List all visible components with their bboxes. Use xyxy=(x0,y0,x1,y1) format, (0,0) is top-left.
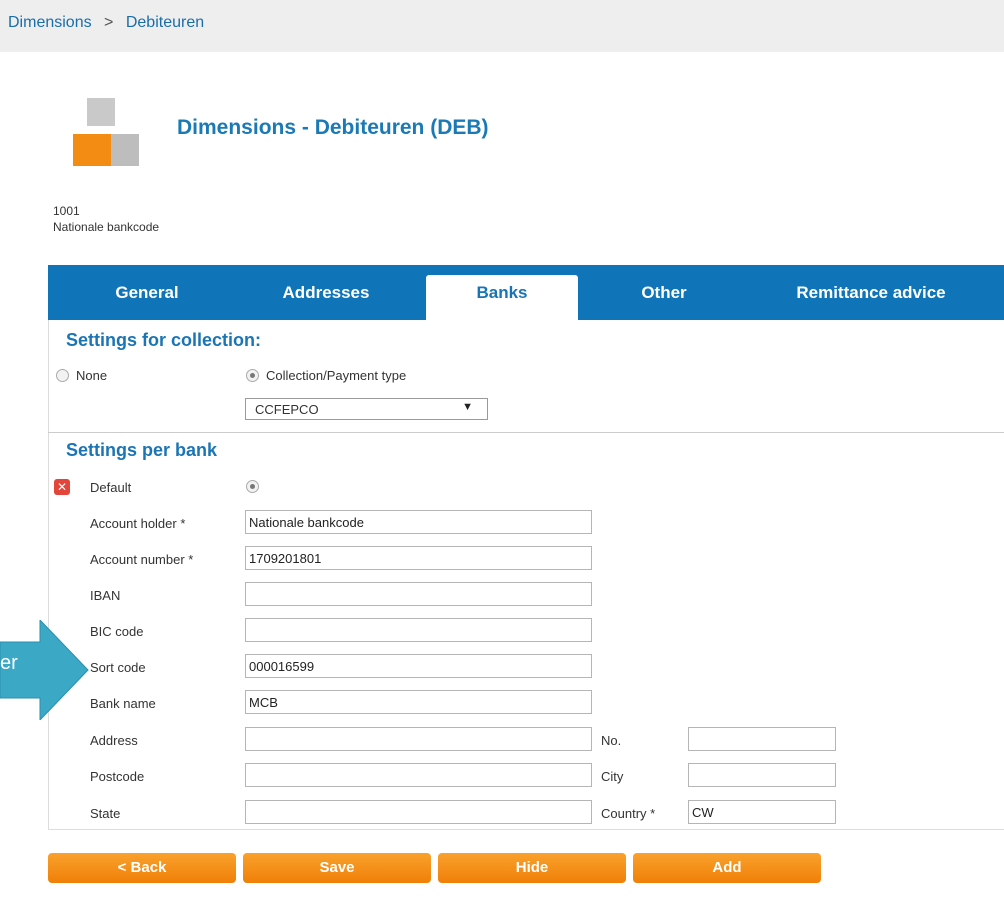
dimensions-icon xyxy=(55,98,139,166)
tab-other[interactable]: Other xyxy=(588,275,740,320)
state-label: State xyxy=(90,806,121,821)
breadcrumb-link-dimensions[interactable]: Dimensions xyxy=(8,14,92,31)
collection-payment-type-radio[interactable] xyxy=(246,369,259,382)
delete-icon[interactable]: ✕ xyxy=(54,479,70,495)
icon-block-gray xyxy=(111,134,139,166)
postcode-input[interactable] xyxy=(245,763,592,787)
bank-name-input[interactable] xyxy=(245,690,592,714)
tab-banks[interactable]: Banks xyxy=(426,275,578,320)
tab-remittance-advice[interactable]: Remittance advice xyxy=(746,275,996,320)
iban-label: IBAN xyxy=(90,588,121,603)
tab-addresses[interactable]: Addresses xyxy=(240,275,412,320)
record-name: Nationale bankcode xyxy=(53,220,160,234)
account-number-label: Account number * xyxy=(90,552,194,567)
breadcrumb: Dimensions > Debiteuren xyxy=(8,14,204,32)
tab-general[interactable]: General xyxy=(68,275,226,320)
default-label: Default xyxy=(90,480,132,495)
banks-panel xyxy=(48,320,1004,830)
account-number-input[interactable] xyxy=(245,546,592,570)
collection-payment-type-label: Collection/Payment type xyxy=(266,368,407,383)
postcode-label: Postcode xyxy=(90,769,145,784)
hide-button[interactable]: Hide xyxy=(438,853,626,883)
sort-code-input[interactable] xyxy=(245,654,592,678)
city-input[interactable] xyxy=(688,763,836,787)
dropdown-arrow-icon: ▼ xyxy=(462,401,473,413)
collection-settings-heading: Settings for collection: xyxy=(66,330,262,350)
payment-type-value: CCFEPCO xyxy=(255,402,319,417)
default-radio[interactable] xyxy=(246,480,259,493)
record-code: 1001 xyxy=(53,204,80,218)
number-input[interactable] xyxy=(688,727,836,751)
breadcrumb-link-debiteuren[interactable]: Debiteuren xyxy=(126,14,204,31)
city-label: City xyxy=(601,769,624,784)
account-holder-input[interactable] xyxy=(245,510,592,534)
icon-block-orange xyxy=(73,134,111,166)
state-input[interactable] xyxy=(245,800,592,824)
tab-bar: General Addresses Banks Other Remittance… xyxy=(48,265,1004,320)
bic-code-input[interactable] xyxy=(245,618,592,642)
section-divider xyxy=(48,432,1004,433)
back-button[interactable]: < Back xyxy=(48,853,236,883)
save-button[interactable]: Save xyxy=(243,853,431,883)
breadcrumb-separator: > xyxy=(104,14,114,31)
page-title: Dimensions - Debiteuren (DEB) xyxy=(177,116,489,139)
none-radio-label: None xyxy=(76,368,108,383)
none-radio[interactable] xyxy=(56,369,69,382)
payment-type-select[interactable]: CCFEPCO ▼ xyxy=(245,398,488,420)
iban-input[interactable] xyxy=(245,582,592,606)
address-input[interactable] xyxy=(245,727,592,751)
add-button[interactable]: Add xyxy=(633,853,821,883)
callout-text: er xyxy=(0,652,18,674)
account-holder-label: Account holder * xyxy=(90,516,186,531)
country-input[interactable] xyxy=(688,800,836,824)
country-label: Country * xyxy=(601,806,656,821)
icon-block-top xyxy=(87,98,115,126)
number-label: No. xyxy=(601,733,622,748)
bank-settings-heading: Settings per bank xyxy=(66,440,218,460)
address-label: Address xyxy=(90,733,138,748)
